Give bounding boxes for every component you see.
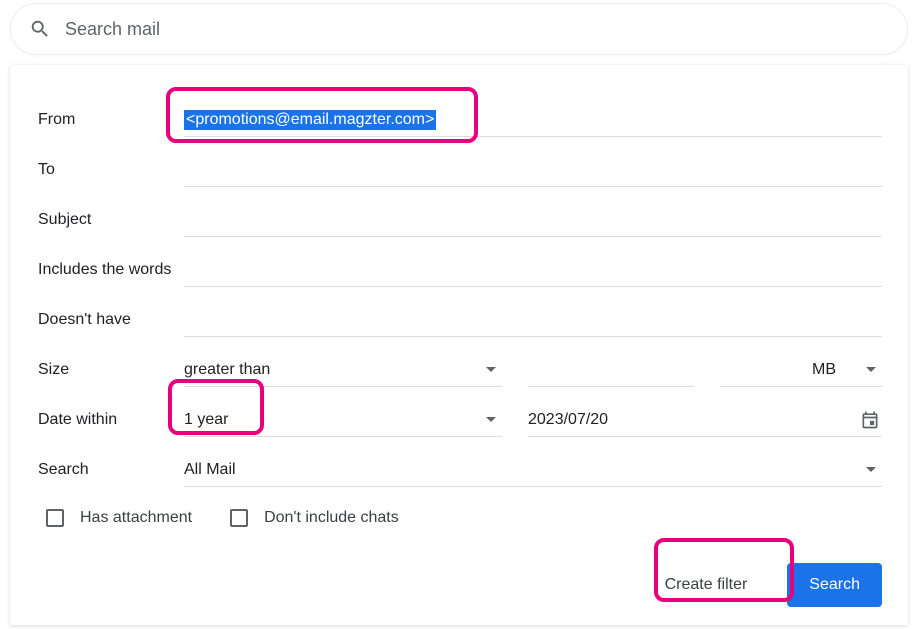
from-field[interactable]: <promotions@email.magzter.com> <box>184 103 882 137</box>
label-subject: Subject <box>38 211 184 229</box>
date-range-value: 1 year <box>184 411 228 429</box>
label-from: From <box>38 111 184 129</box>
date-range-select[interactable]: 1 year <box>184 403 502 437</box>
to-field[interactable] <box>184 153 882 187</box>
label-date-within: Date within <box>38 411 184 429</box>
includes-field[interactable] <box>184 253 882 287</box>
date-field[interactable]: 2023/07/20 <box>528 403 882 437</box>
row-size: Size greater than MB <box>38 345 882 395</box>
has-attachment-label: Has attachment <box>80 509 192 527</box>
no-chats-checkbox[interactable] <box>230 509 248 527</box>
row-to: To <box>38 145 882 195</box>
search-scope-value: All Mail <box>184 461 236 479</box>
size-unit-value: MB <box>812 361 836 379</box>
row-checkboxes: Has attachment Don't include chats <box>38 509 882 527</box>
search-icon <box>29 18 51 40</box>
chevron-down-icon <box>866 367 876 372</box>
search-scope-select[interactable]: All Mail <box>184 453 882 487</box>
row-subject: Subject <box>38 195 882 245</box>
chevron-down-icon <box>486 367 496 372</box>
subject-field[interactable] <box>184 203 882 237</box>
calendar-icon[interactable] <box>860 410 880 430</box>
label-includes: Includes the words <box>38 261 184 279</box>
size-unit-select[interactable]: MB <box>720 353 882 387</box>
size-operator-value: greater than <box>184 361 270 379</box>
label-search-scope: Search <box>38 461 184 479</box>
row-doesnt-have: Doesn't have <box>38 295 882 345</box>
row-date-within: Date within 1 year 2023/07/20 <box>38 395 882 445</box>
label-size: Size <box>38 361 184 379</box>
has-attachment-checkbox[interactable] <box>46 509 64 527</box>
chevron-down-icon <box>866 467 876 472</box>
row-from: From <promotions@email.magzter.com> <box>38 95 882 145</box>
doesnt-have-field[interactable] <box>184 303 882 337</box>
panel-footer: Create filter Search <box>643 563 882 607</box>
size-operator-select[interactable]: greater than <box>184 353 502 387</box>
search-placeholder: Search mail <box>65 19 160 40</box>
row-search-scope: Search All Mail <box>38 445 882 495</box>
date-value: 2023/07/20 <box>528 411 608 429</box>
chevron-down-icon <box>486 417 496 422</box>
search-options-panel: From <promotions@email.magzter.com> To S… <box>10 65 908 625</box>
label-to: To <box>38 161 184 179</box>
from-value-selected: <promotions@email.magzter.com> <box>184 110 436 130</box>
search-bar[interactable]: Search mail <box>10 3 908 55</box>
search-button[interactable]: Search <box>787 563 882 607</box>
size-value-field[interactable] <box>528 353 694 387</box>
create-filter-button[interactable]: Create filter <box>643 563 770 607</box>
label-doesnt-have: Doesn't have <box>38 311 184 329</box>
row-includes: Includes the words <box>38 245 882 295</box>
no-chats-label: Don't include chats <box>264 509 399 527</box>
